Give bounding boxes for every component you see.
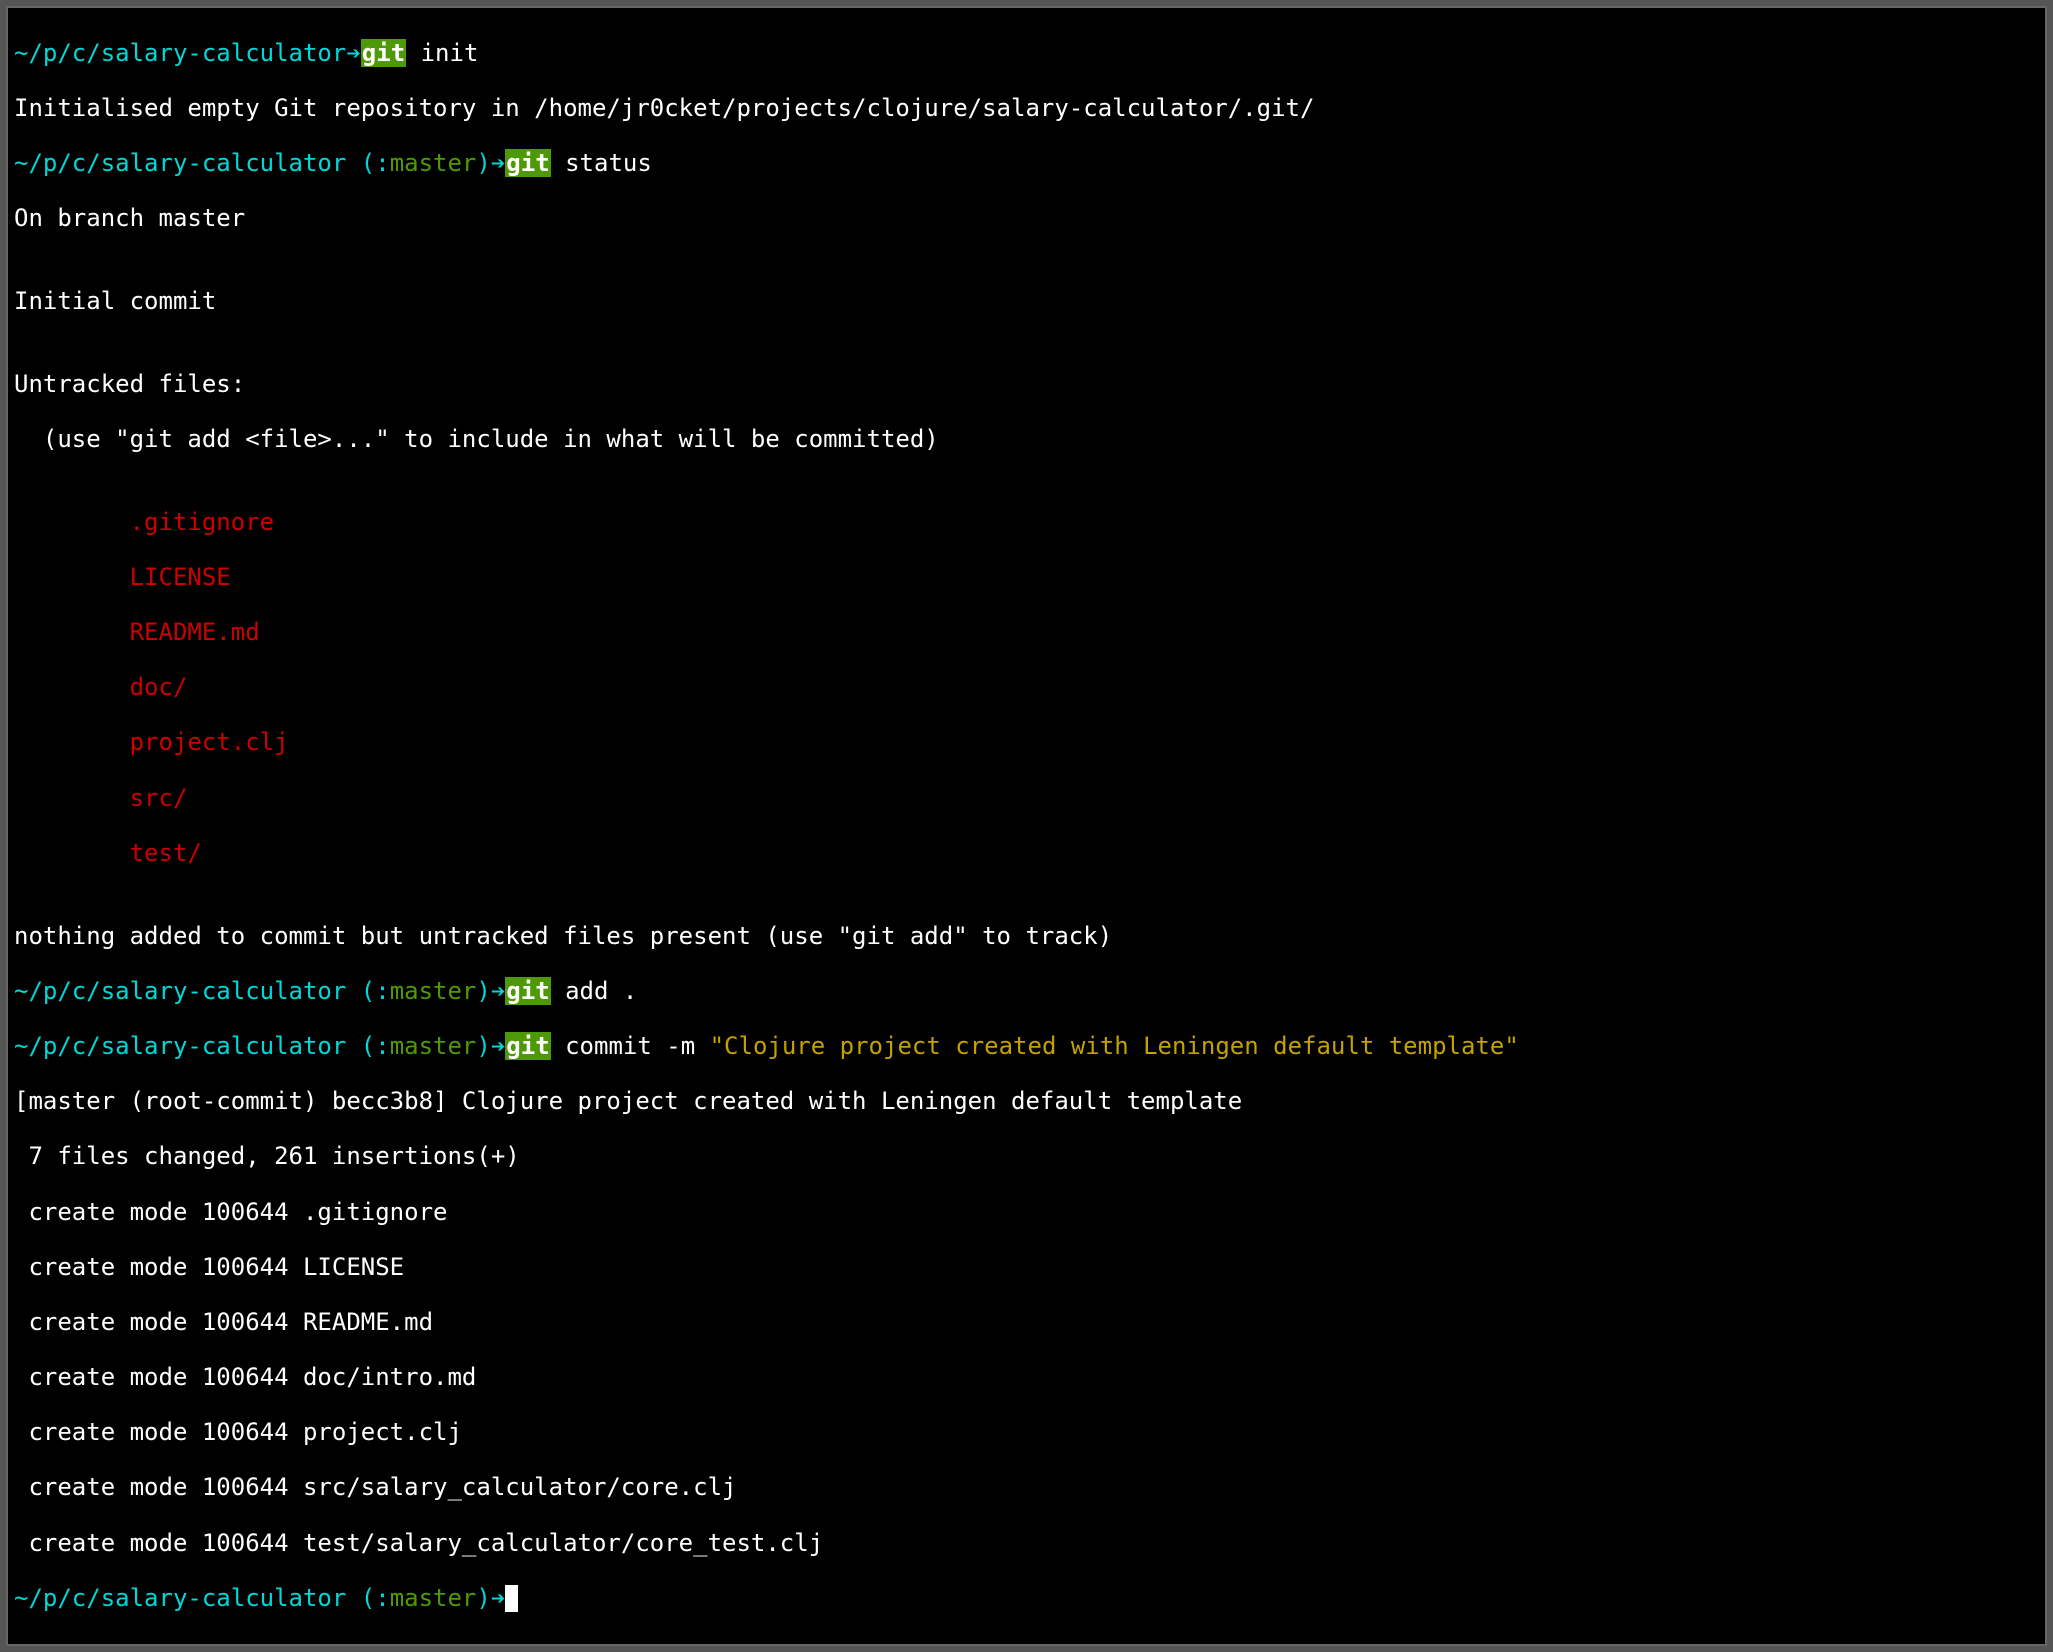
- commit-header: [master (root-commit) becc3b8] Clojure p…: [14, 1088, 2039, 1116]
- branch-close: ): [476, 149, 490, 177]
- branch-colon: :: [375, 1584, 389, 1612]
- branch-close: ): [476, 1584, 490, 1612]
- status-nothing: nothing added to commit but untracked fi…: [14, 923, 2039, 951]
- branch-name: master: [390, 149, 477, 177]
- prompt-line-5[interactable]: ~/p/c/salary-calculator (:master)➔: [14, 1585, 2039, 1613]
- created-file: create mode 100644 .gitignore: [14, 1199, 2039, 1227]
- branch-open: (: [361, 149, 375, 177]
- untracked-file: project.clj: [14, 729, 2039, 757]
- prompt-line-1: ~/p/c/salary-calculator➔git init: [14, 40, 2039, 68]
- branch-open: (: [361, 1584, 375, 1612]
- prompt-line-3: ~/p/c/salary-calculator (:master)➔git ad…: [14, 978, 2039, 1006]
- cmd-rest: add .: [551, 977, 638, 1005]
- cmd-highlight: git: [361, 39, 406, 67]
- cmd-highlight: git: [505, 1032, 550, 1060]
- branch-colon: :: [375, 977, 389, 1005]
- branch-open: (: [361, 977, 375, 1005]
- branch-open: (: [361, 1032, 375, 1060]
- commit-stats: 7 files changed, 261 insertions(+): [14, 1143, 2039, 1171]
- created-file: create mode 100644 test/salary_calculato…: [14, 1530, 2039, 1558]
- prompt-arrow: ➔: [491, 1584, 505, 1612]
- branch-name: master: [390, 1032, 477, 1060]
- output-init: Initialised empty Git repository in /hom…: [14, 95, 2039, 123]
- prompt-line-4: ~/p/c/salary-calculator (:master)➔git co…: [14, 1033, 2039, 1061]
- cmd-quoted-string: "Clojure project created with Leningen d…: [710, 1032, 1519, 1060]
- status-initial: Initial commit: [14, 288, 2039, 316]
- untracked-file: LICENSE: [14, 564, 2039, 592]
- branch-name: master: [390, 977, 477, 1005]
- cmd-rest: status: [551, 149, 652, 177]
- untracked-file: test/: [14, 840, 2039, 868]
- cmd-highlight: git: [505, 977, 550, 1005]
- created-file: create mode 100644 doc/intro.md: [14, 1364, 2039, 1392]
- prompt-arrow: ➔: [346, 39, 360, 67]
- untracked-file: README.md: [14, 619, 2039, 647]
- prompt-arrow: ➔: [491, 1032, 505, 1060]
- cmd-highlight: git: [505, 149, 550, 177]
- untracked-file: doc/: [14, 674, 2039, 702]
- cursor-icon: [505, 1585, 518, 1611]
- prompt-path: ~/p/c/salary-calculator: [14, 149, 361, 177]
- branch-colon: :: [375, 149, 389, 177]
- prompt-path: ~/p/c/salary-calculator: [14, 39, 346, 67]
- cmd-rest: init: [406, 39, 478, 67]
- prompt-path: ~/p/c/salary-calculator: [14, 1584, 361, 1612]
- prompt-line-2: ~/p/c/salary-calculator (:master)➔git st…: [14, 150, 2039, 178]
- prompt-path: ~/p/c/salary-calculator: [14, 1032, 361, 1060]
- prompt-arrow: ➔: [491, 149, 505, 177]
- branch-close: ): [476, 1032, 490, 1060]
- status-untracked-hint: (use "git add <file>..." to include in w…: [14, 426, 2039, 454]
- untracked-file: .gitignore: [14, 509, 2039, 537]
- status-branch: On branch master: [14, 205, 2039, 233]
- prompt-arrow: ➔: [491, 977, 505, 1005]
- prompt-path: ~/p/c/salary-calculator: [14, 977, 361, 1005]
- created-file: create mode 100644 LICENSE: [14, 1254, 2039, 1282]
- status-untracked-header: Untracked files:: [14, 371, 2039, 399]
- cmd-rest: commit -m: [551, 1032, 710, 1060]
- branch-close: ): [476, 977, 490, 1005]
- created-file: create mode 100644 project.clj: [14, 1419, 2039, 1447]
- untracked-file: src/: [14, 785, 2039, 813]
- branch-name: master: [390, 1584, 477, 1612]
- branch-colon: :: [375, 1032, 389, 1060]
- created-file: create mode 100644 src/salary_calculator…: [14, 1474, 2039, 1502]
- created-file: create mode 100644 README.md: [14, 1309, 2039, 1337]
- terminal-window[interactable]: ~/p/c/salary-calculator➔git init Initial…: [6, 6, 2047, 1646]
